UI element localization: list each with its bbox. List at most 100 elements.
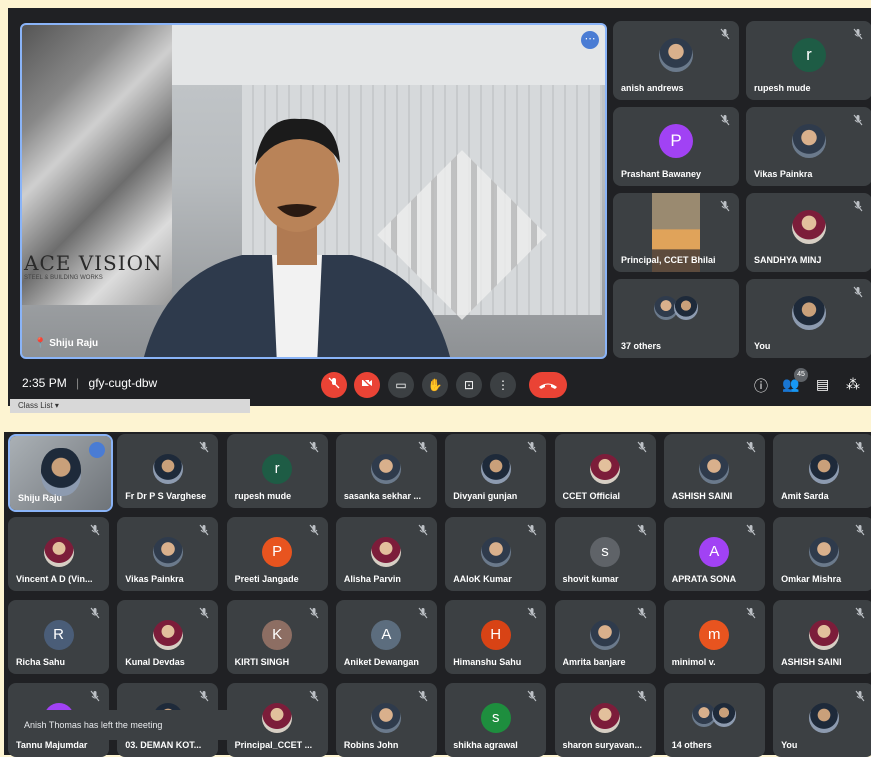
self-tile[interactable]: Shiju Raju — [8, 434, 113, 512]
participant-tile[interactable]: anish andrews — [613, 21, 739, 100]
mic-muted-icon — [90, 690, 100, 702]
participant-tile[interactable]: s shovit kumar — [554, 517, 656, 591]
chat-icon[interactable]: ▤ — [816, 376, 829, 393]
mic-muted-icon — [853, 28, 863, 40]
participant-name: Aniket Dewangan — [343, 657, 419, 667]
participant-tile[interactable]: Fr Dr P S Varghese — [117, 434, 219, 508]
participant-tile[interactable]: Principal, CCET Bhilai — [613, 193, 739, 272]
mic-muted-icon — [418, 607, 428, 619]
speaker-video-logo-sub: STEEL & BUILDING WORKS — [24, 275, 103, 281]
speaker-video-ceiling — [172, 25, 605, 85]
participant-name: Richa Sahu — [16, 657, 66, 667]
participant-name: SANDHYA MINJ — [754, 255, 822, 265]
participant-tile[interactable]: Vikas Painkra — [117, 517, 219, 591]
participant-name: anish andrews — [621, 83, 684, 93]
participant-tile[interactable]: Vikas Painkra — [746, 107, 871, 186]
mic-muted-icon — [853, 114, 863, 126]
participant-photo-avatar — [792, 124, 826, 158]
mic-muted-icon — [855, 607, 865, 619]
participant-tile[interactable]: You — [773, 683, 871, 757]
raise-hand-button[interactable]: ✋ — [422, 372, 448, 398]
participant-photo-avatar — [792, 296, 826, 330]
participant-initial-avatar: s — [480, 703, 511, 733]
meet-window-bottom: Shiju Raju Fr Dr P S Varghese r rupesh mude… — [4, 432, 871, 757]
more-options-icon[interactable]: ⋯ — [581, 31, 599, 49]
speaker-name-label: Shiju Raju — [49, 338, 99, 349]
present-button[interactable]: ⊡ — [456, 372, 482, 398]
participant-tile[interactable]: H Himanshu Sahu — [445, 600, 547, 674]
participant-name: rupesh mude — [234, 491, 292, 501]
participant-tile[interactable]: Alisha Parvin — [335, 517, 437, 591]
participant-tile[interactable]: sharon suryavan... — [554, 683, 656, 757]
participant-tile[interactable]: r rupesh mude — [226, 434, 328, 508]
participant-tile[interactable]: A APRATA SONA — [663, 517, 765, 591]
participant-name: Shiju Raju — [18, 493, 63, 503]
participant-initial-avatar: r — [792, 38, 826, 72]
participant-tile[interactable]: m minimol v. — [663, 600, 765, 674]
participant-tile[interactable]: You — [746, 279, 871, 358]
captions-button[interactable]: ▭ — [388, 372, 414, 398]
participant-tile[interactable]: K KIRTI SINGH — [226, 600, 328, 674]
leave-call-button[interactable] — [529, 372, 567, 398]
participant-tile[interactable]: Divyani gunjan — [445, 434, 547, 508]
participant-photo-avatar — [712, 703, 737, 727]
mic-muted-icon — [637, 690, 646, 702]
participant-tile[interactable]: P Preeti Jangade — [226, 517, 328, 591]
participant-photo-avatar — [659, 38, 693, 72]
participant-tile[interactable]: AAloK Kumar — [445, 517, 547, 591]
participant-name: rupesh mude — [754, 83, 811, 93]
participant-photo-avatar — [152, 537, 183, 567]
participant-tile[interactable]: P Prashant Bawaney — [613, 107, 739, 186]
participant-tile[interactable]: Vincent A D (Vin... — [8, 517, 109, 591]
meeting-code: gfy-cugt-dbw — [88, 376, 158, 390]
participant-tile[interactable]: A Aniket Dewangan — [335, 600, 437, 674]
participant-tile[interactable]: SANDHYA MINJ — [746, 193, 871, 272]
participant-tile[interactable]: r rupesh mude — [746, 21, 871, 100]
mic-muted-icon — [746, 441, 756, 453]
participant-name: 14 others — [671, 740, 712, 750]
participant-photo-avatar — [40, 448, 81, 496]
speaker-name: 📍 Shiju Raju — [34, 338, 98, 349]
mic-muted-icon — [720, 114, 730, 126]
participant-tile[interactable]: sasanka sekhar ... — [335, 434, 437, 508]
participant-tile[interactable]: Principal_CCET ... — [226, 683, 328, 757]
mic-muted-icon — [720, 200, 730, 212]
captions-icon: ▭ — [395, 378, 407, 392]
class-list-label: Class List — [18, 401, 53, 410]
participant-name: APRATA SONA — [671, 574, 737, 584]
mic-muted-icon — [90, 607, 100, 619]
mic-muted-icon — [637, 607, 646, 619]
speaker-tile[interactable]: ACE VISION STEEL & BUILDING WORKS ⋯ 📍 Sh… — [20, 23, 607, 359]
participant-tile[interactable]: ASHISH SAINI — [663, 434, 765, 508]
speaker-video-person — [144, 118, 450, 357]
pin-icon: 📍 — [34, 338, 50, 349]
participant-tile[interactable]: CCET Official — [554, 434, 656, 508]
participant-name: Prashant Bawaney — [621, 169, 702, 179]
camera-off-button[interactable] — [354, 372, 380, 398]
more-button[interactable]: ⋮ — [490, 372, 516, 398]
participant-tile[interactable]: Amrita banjare — [554, 600, 656, 674]
participant-photo-avatar — [262, 703, 293, 733]
participant-tile[interactable]: Robins John — [335, 683, 437, 757]
participant-tile[interactable]: Kunal Devdas — [117, 600, 219, 674]
mic-off-button[interactable] — [321, 372, 347, 398]
participant-tile[interactable]: R Richa Sahu — [8, 600, 109, 674]
activities-icon[interactable]: ⁂ — [846, 376, 860, 393]
participant-tile[interactable]: s shikha agrawal — [445, 683, 547, 757]
participant-name: ASHISH SAINI — [781, 657, 842, 667]
participant-name: Robins John — [343, 740, 399, 750]
meeting-separator: | — [76, 376, 80, 390]
class-list-tab[interactable]: Class List ▾ — [10, 399, 250, 413]
participant-tile[interactable]: 14 others — [663, 683, 765, 757]
mic-muted-icon — [855, 690, 865, 702]
participant-tile[interactable]: ASHISH SAINI — [773, 600, 871, 674]
participant-name: 03. DEMAN KOT... — [125, 740, 202, 750]
participant-tile[interactable]: Omkar Mishra — [773, 517, 871, 591]
participant-photo-avatar — [808, 703, 839, 733]
participant-tile[interactable]: Amit Sarda — [773, 434, 871, 508]
info-icon[interactable]: ⓘ — [754, 376, 768, 396]
participant-name: Kunal Devdas — [125, 657, 185, 667]
camera-off-icon — [361, 377, 373, 389]
participant-initial-avatar: r — [262, 454, 293, 484]
participant-tile[interactable]: 37 others — [613, 279, 739, 358]
